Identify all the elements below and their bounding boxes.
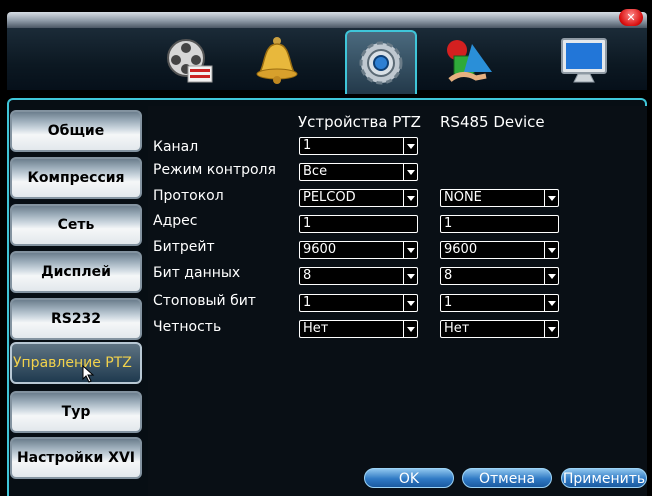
sidebar-item-network[interactable]: Сеть: [10, 204, 142, 246]
protocol-value: PELCOD: [303, 190, 356, 205]
sidebar-item-rs232[interactable]: RS232: [10, 298, 142, 340]
control-mode-select[interactable]: Все: [299, 163, 418, 181]
rs485-address-value: 1: [444, 216, 453, 231]
record-icon[interactable]: [155, 32, 223, 90]
sidebar-item-general[interactable]: Общие: [10, 110, 142, 152]
chevron-down-icon: [544, 321, 558, 337]
ptz-device-header: Устройства PTZ: [298, 113, 421, 131]
stop-bit-select[interactable]: 1: [299, 294, 418, 312]
rs485-device-header: RS485 Device: [440, 113, 545, 131]
rs485-data-bits-value: 8: [444, 268, 453, 283]
data-bits-value: 8: [303, 268, 312, 283]
monitor-icon[interactable]: [551, 32, 619, 90]
chevron-down-icon: [403, 138, 417, 154]
sidebar-item-compression[interactable]: Компрессия: [10, 157, 142, 199]
title-bar: ✕: [7, 9, 647, 28]
rs485-address-input[interactable]: 1: [440, 215, 559, 233]
rs485-stop-bit-value: 1: [444, 295, 453, 310]
settings-gear-icon[interactable]: [345, 30, 417, 94]
address-input[interactable]: 1: [299, 215, 418, 233]
chevron-down-icon: [544, 190, 558, 206]
icon-toolbar: [7, 28, 647, 94]
apply-button[interactable]: Применить: [561, 468, 647, 488]
rs485-stop-bit-select[interactable]: 1: [440, 294, 559, 312]
rs485-protocol-value: NONE: [444, 190, 482, 205]
parity-value: Нет: [303, 321, 329, 336]
rs485-baudrate-select[interactable]: 9600: [440, 241, 559, 259]
sidebar-item-xvi-settings[interactable]: Настройки XVI: [10, 437, 142, 479]
stop-bit-label: Стоповый бит: [153, 293, 256, 309]
chevron-down-icon: [403, 164, 417, 180]
chevron-down-icon: [544, 242, 558, 258]
protocol-select[interactable]: PELCOD: [299, 189, 418, 207]
parity-label: Четность: [153, 319, 222, 335]
chevron-down-icon: [403, 242, 417, 258]
address-label: Адрес: [153, 213, 198, 229]
rs485-parity-select[interactable]: Нет: [440, 320, 559, 338]
sidebar-item-tour[interactable]: Тур: [10, 391, 142, 433]
ok-button[interactable]: OK: [364, 468, 454, 488]
sidebar-item-ptz[interactable]: Управление PTZ: [10, 342, 142, 384]
chevron-down-icon: [403, 295, 417, 311]
parity-select[interactable]: Нет: [299, 320, 418, 338]
chevron-down-icon: [544, 295, 558, 311]
channel-label: Канал: [153, 139, 199, 155]
rs485-data-bits-select[interactable]: 8: [440, 267, 559, 285]
data-bits-label: Бит данных: [153, 265, 241, 281]
chevron-down-icon: [544, 268, 558, 284]
chevron-down-icon: [403, 190, 417, 206]
stop-bit-value: 1: [303, 295, 312, 310]
mouse-cursor-icon: [82, 365, 95, 383]
chevron-down-icon: [403, 268, 417, 284]
baudrate-label: Битрейт: [153, 239, 215, 255]
protocol-label: Протокол: [153, 188, 224, 204]
tools-icon[interactable]: [435, 32, 503, 90]
cancel-button[interactable]: Отмена: [462, 468, 552, 488]
channel-select[interactable]: 1: [299, 137, 418, 155]
address-value: 1: [303, 216, 312, 231]
channel-value: 1: [303, 138, 312, 153]
rs485-baudrate-value: 9600: [444, 242, 478, 257]
rs485-parity-value: Нет: [444, 321, 470, 336]
chevron-down-icon: [403, 321, 417, 337]
control-mode-value: Все: [303, 164, 328, 179]
rs485-protocol-select[interactable]: NONE: [440, 189, 559, 207]
baudrate-value: 9600: [303, 242, 337, 257]
alarm-bell-icon[interactable]: [243, 32, 311, 90]
close-icon[interactable]: ✕: [619, 9, 643, 26]
data-bits-select[interactable]: 8: [299, 267, 418, 285]
baudrate-select[interactable]: 9600: [299, 241, 418, 259]
control-mode-label: Режим контроля: [153, 162, 276, 178]
sidebar-item-display[interactable]: Дисплей: [10, 251, 142, 293]
